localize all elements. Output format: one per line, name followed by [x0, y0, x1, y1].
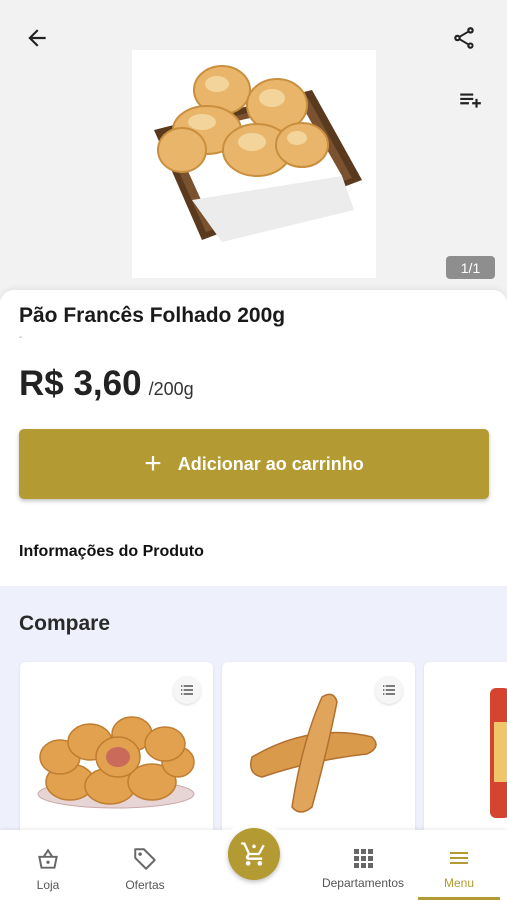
nav-label-ofertas: Ofertas: [125, 878, 165, 892]
nav-item-loja[interactable]: Loja: [18, 830, 78, 900]
nav-label-departamentos: Departamentos: [321, 876, 405, 890]
product-photo: [132, 50, 376, 278]
image-pager: 1/1: [446, 256, 495, 279]
tag-icon: [134, 848, 156, 870]
grid-icon: [354, 849, 373, 868]
share-icon: [454, 27, 474, 49]
product-image-area: 1/1: [0, 0, 507, 300]
add-to-list-button[interactable]: [450, 80, 490, 120]
back-button[interactable]: [17, 18, 57, 58]
compare-product-photo: [424, 682, 507, 822]
list-icon: [181, 685, 193, 695]
nav-item-departamentos[interactable]: Departamentos: [313, 830, 413, 900]
plus-icon: +: [144, 447, 162, 480]
arrow-left-icon: [28, 29, 46, 47]
cart-icon: [241, 842, 265, 866]
price-unit: /200g: [148, 379, 194, 399]
product-info-heading[interactable]: Informações do Produto: [19, 543, 204, 561]
compare-title: Compare: [19, 612, 111, 635]
add-to-cart-button[interactable]: + Adicionar ao carrinho: [19, 429, 489, 499]
product-price: R$ 3,60: [19, 364, 142, 403]
basket-icon: [38, 848, 58, 869]
compare-section: Compare: [0, 586, 507, 862]
product-subtitle: -: [19, 332, 23, 343]
nav-item-menu[interactable]: Menu: [418, 830, 500, 900]
playlist-add-icon: [460, 93, 481, 108]
add-to-list-button[interactable]: [173, 676, 201, 704]
add-to-cart-label: Adicionar ao carrinho: [177, 453, 364, 474]
price-row: R$ 3,60 /200g: [19, 364, 194, 404]
share-button[interactable]: [444, 18, 484, 58]
add-to-list-button[interactable]: [375, 676, 403, 704]
menu-icon: [450, 852, 468, 864]
cart-button[interactable]: [228, 828, 280, 880]
product-title: Pão Francês Folhado 200g: [19, 304, 286, 327]
nav-item-ofertas[interactable]: Ofertas: [110, 830, 180, 900]
nav-label-loja: Loja: [36, 878, 60, 892]
product-info-sheet: Pão Francês Folhado 200g - R$ 3,60 /200g…: [0, 290, 507, 590]
list-icon: [383, 685, 395, 695]
nav-label-menu: Menu: [443, 876, 475, 890]
